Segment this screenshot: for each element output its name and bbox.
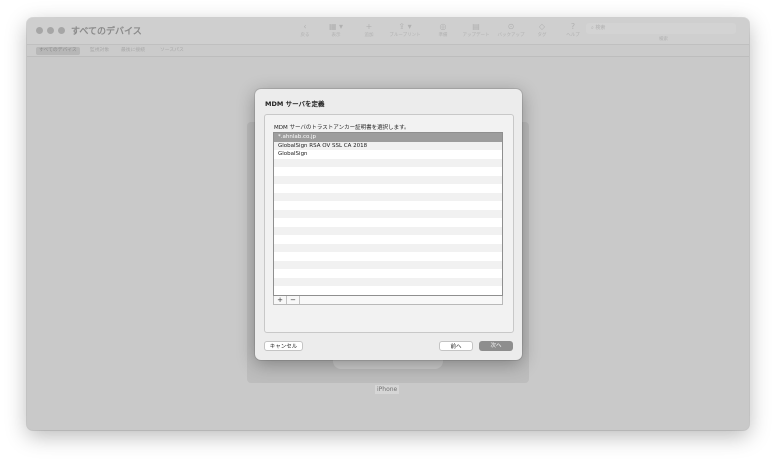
tab-source-path[interactable]: ソースパス — [157, 47, 187, 55]
toolbar-update-button[interactable]: ▤ アップデート — [457, 22, 495, 39]
certificate-list[interactable]: *.ahnlab.co.jp GlobalSign RSA OV SSL CA 2… — [273, 132, 503, 296]
dialog-title: MDM サーバを定義 — [265, 100, 325, 108]
zoom-window-button[interactable] — [58, 27, 65, 34]
empty-list-row — [274, 201, 502, 210]
toolbar-blueprint-button[interactable]: ⇪ ▾ ブループリント — [386, 22, 424, 39]
empty-list-row — [274, 286, 502, 295]
back-button[interactable]: 前へ — [439, 341, 473, 351]
certificate-row[interactable]: GlobalSign — [274, 150, 502, 159]
empty-list-row — [274, 260, 502, 269]
update-icon: ▤ — [472, 22, 480, 31]
empty-list-row — [274, 158, 502, 167]
search-label: 検索 — [659, 37, 668, 42]
empty-list-row — [274, 218, 502, 227]
next-button[interactable]: 次へ — [479, 341, 513, 351]
filter-tab-bar: すべてのデバイス 監視対象 最後に接続 ソースパス — [27, 44, 749, 57]
dialog-content-box: MDM サーバのトラストアンカー証明書を選択します。 *.ahnlab.co.j… — [264, 114, 514, 333]
minimize-window-button[interactable] — [47, 27, 54, 34]
list-edit-buttons: + − — [273, 296, 503, 305]
empty-list-row — [274, 226, 502, 235]
empty-list-row — [274, 184, 502, 193]
add-certificate-button[interactable]: + — [274, 296, 287, 304]
dialog-instruction: MDM サーバのトラストアンカー証明書を選択します。 — [274, 125, 410, 131]
tab-all-devices[interactable]: すべてのデバイス — [36, 47, 80, 55]
empty-list-row — [274, 209, 502, 218]
search-placeholder: 検索 — [595, 25, 606, 31]
plus-icon: + — [365, 22, 373, 31]
search-input[interactable]: ⌕ 検索 — [586, 23, 736, 34]
tab-supervised[interactable]: 監視対象 — [87, 47, 112, 55]
cancel-button[interactable]: キャンセル — [264, 341, 303, 351]
empty-list-row — [274, 192, 502, 201]
empty-list-row — [274, 235, 502, 244]
certificate-row[interactable]: GlobalSign RSA OV SSL CA 2018 — [274, 141, 502, 150]
tab-recently-connected[interactable]: 最後に接続 — [118, 47, 148, 55]
certificate-row[interactable]: *.ahnlab.co.jp — [274, 133, 502, 142]
define-mdm-server-dialog: MDM サーバを定義 MDM サーバのトラストアンカー証明書を選択します。 *.… — [255, 89, 522, 360]
empty-list-row — [274, 252, 502, 261]
blueprint-icon: ⇪ ▾ — [398, 22, 412, 31]
empty-list-row — [274, 269, 502, 278]
remove-certificate-button[interactable]: − — [287, 296, 300, 304]
device-name-label: iPhone — [375, 385, 400, 394]
toolbar-add-button[interactable]: + 追加 — [350, 22, 388, 39]
empty-list-row — [274, 167, 502, 176]
empty-list-row — [274, 175, 502, 184]
empty-list-row — [274, 277, 502, 286]
search-icon: ⌕ — [591, 25, 594, 31]
empty-list-row — [274, 243, 502, 252]
window-title: すべてのデバイス — [71, 27, 142, 37]
title-bar: すべてのデバイス ‹ 戻る ▦ ▾ 表示 + 追加 ⇪ ▾ ブループリント ◎ … — [27, 18, 749, 44]
close-window-button[interactable] — [36, 27, 43, 34]
